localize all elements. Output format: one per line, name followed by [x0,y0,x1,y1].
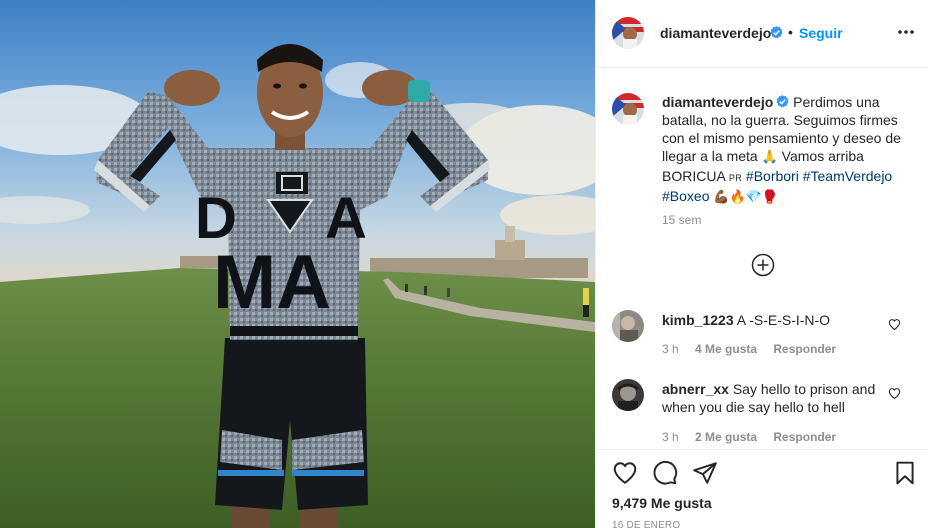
shirt-print-ma: MA [213,240,331,325]
author-username[interactable]: diamanteverdejo [660,25,771,41]
trailing-emojis: 💪🏾🔥💎🥊 [713,190,779,205]
comment-text: kimb_1223 A -S-E-S-I-N-O [662,311,892,329]
comment-time: 3 h [662,342,679,356]
share-paper-plane-icon[interactable] [692,460,718,486]
comment-bubble-icon[interactable] [652,460,678,486]
flag-pr-label: PR [728,173,743,183]
like-comment-heart-icon[interactable] [888,387,901,400]
more-options-icon[interactable] [896,22,916,42]
follow-button[interactable]: Seguir [799,25,843,41]
comment-likes[interactable]: 4 Me gusta [695,342,757,356]
hashtag-borbori[interactable]: #Borbori [746,168,799,184]
verified-badge-icon [770,26,783,39]
caption-time-ago: 15 sem [662,213,702,227]
like-heart-icon[interactable] [612,460,638,486]
hashtag-boxeo[interactable]: #Boxeo [662,188,709,204]
commenter-username[interactable]: abnerr_xx [662,381,729,397]
post-date[interactable]: 16 DE ENERO [612,520,680,528]
reply-button[interactable]: Responder [773,342,836,356]
separator-dot: • [788,24,793,40]
caption-text: diamanteverdejo Perdimos una batalla, no… [662,93,917,207]
pray-emoji: 🙏 [761,150,778,165]
comment-meta: 3 h 4 Me gusta Responder [662,342,849,356]
comment-body: A -S-E-S-I-N-O [736,312,831,328]
comment-meta: 3 h 2 Me gusta Responder [662,430,849,444]
comment-text: abnerr_xx Say hello to prison and when y… [662,380,892,416]
like-comment-heart-icon[interactable] [888,318,901,331]
shirt-print-a: A [325,186,367,251]
commenter-username[interactable]: kimb_1223 [662,312,734,328]
likes-count[interactable]: 9,479 Me gusta [612,495,712,511]
caption-author-avatar[interactable] [612,93,644,125]
save-bookmark-icon[interactable] [892,460,918,486]
post-image: D A MA [0,0,595,528]
caption-username[interactable]: diamanteverdejo [662,94,773,110]
post-header: diamanteverdejo • Seguir [596,0,928,68]
author-avatar[interactable] [612,17,644,49]
comments-section[interactable]: diamanteverdejo Perdimos una batalla, no… [596,69,928,449]
commenter-avatar[interactable] [612,310,644,342]
load-more-comments-icon[interactable] [751,253,775,277]
commenter-avatar[interactable] [612,379,644,411]
comment-time: 3 h [662,430,679,444]
reply-button[interactable]: Responder [773,430,836,444]
post-side-panel: diamanteverdejo • Seguir diamanteverdejo… [595,0,928,528]
post-actions: 9,479 Me gusta 16 DE ENERO [596,449,928,528]
post-photo[interactable]: D A MA [0,0,595,528]
hashtag-teamverdejo[interactable]: #TeamVerdejo [803,168,893,184]
caption-verified-badge-icon [776,95,789,108]
comment-likes[interactable]: 2 Me gusta [695,430,757,444]
